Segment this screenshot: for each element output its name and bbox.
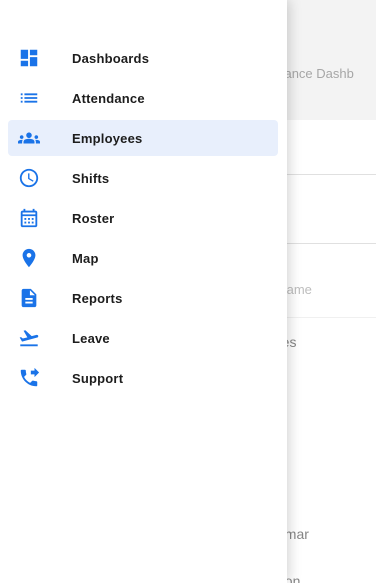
nav-item-label: Dashboards (72, 50, 150, 66)
nav-item-label: Employees (72, 130, 143, 146)
nav-item-label: Map (72, 250, 99, 266)
nav-item-label: Support (72, 370, 124, 386)
nav-item-label: Shifts (72, 170, 110, 186)
list-icon (18, 87, 40, 109)
nav-item-label: Leave (72, 330, 110, 346)
people-icon (18, 127, 40, 149)
app-screen: ndance Dashb : Name mes an an kumar nson… (0, 0, 376, 583)
navigation-drawer: Dashboards Attendance Employees Shifts R… (0, 0, 287, 583)
nav-item-dashboards[interactable]: Dashboards (8, 40, 278, 76)
location-pin-icon (18, 247, 40, 269)
nav-item-attendance[interactable]: Attendance (8, 80, 278, 116)
nav-item-label: Reports (72, 290, 123, 306)
nav-item-label: Attendance (72, 90, 145, 106)
phone-forward-icon (18, 367, 40, 389)
dashboard-icon (18, 47, 40, 69)
nav-item-reports[interactable]: Reports (8, 280, 278, 316)
clock-icon (18, 167, 40, 189)
navigation-menu: Dashboards Attendance Employees Shifts R… (8, 40, 278, 400)
calendar-icon (18, 207, 40, 229)
nav-item-shifts[interactable]: Shifts (8, 160, 278, 196)
nav-item-map[interactable]: Map (8, 240, 278, 276)
nav-item-support[interactable]: Support (8, 360, 278, 396)
flight-takeoff-icon (18, 327, 40, 349)
nav-item-label: Roster (72, 210, 115, 226)
document-icon (18, 287, 40, 309)
nav-item-leave[interactable]: Leave (8, 320, 278, 356)
nav-item-employees[interactable]: Employees (8, 120, 278, 156)
nav-item-roster[interactable]: Roster (8, 200, 278, 236)
